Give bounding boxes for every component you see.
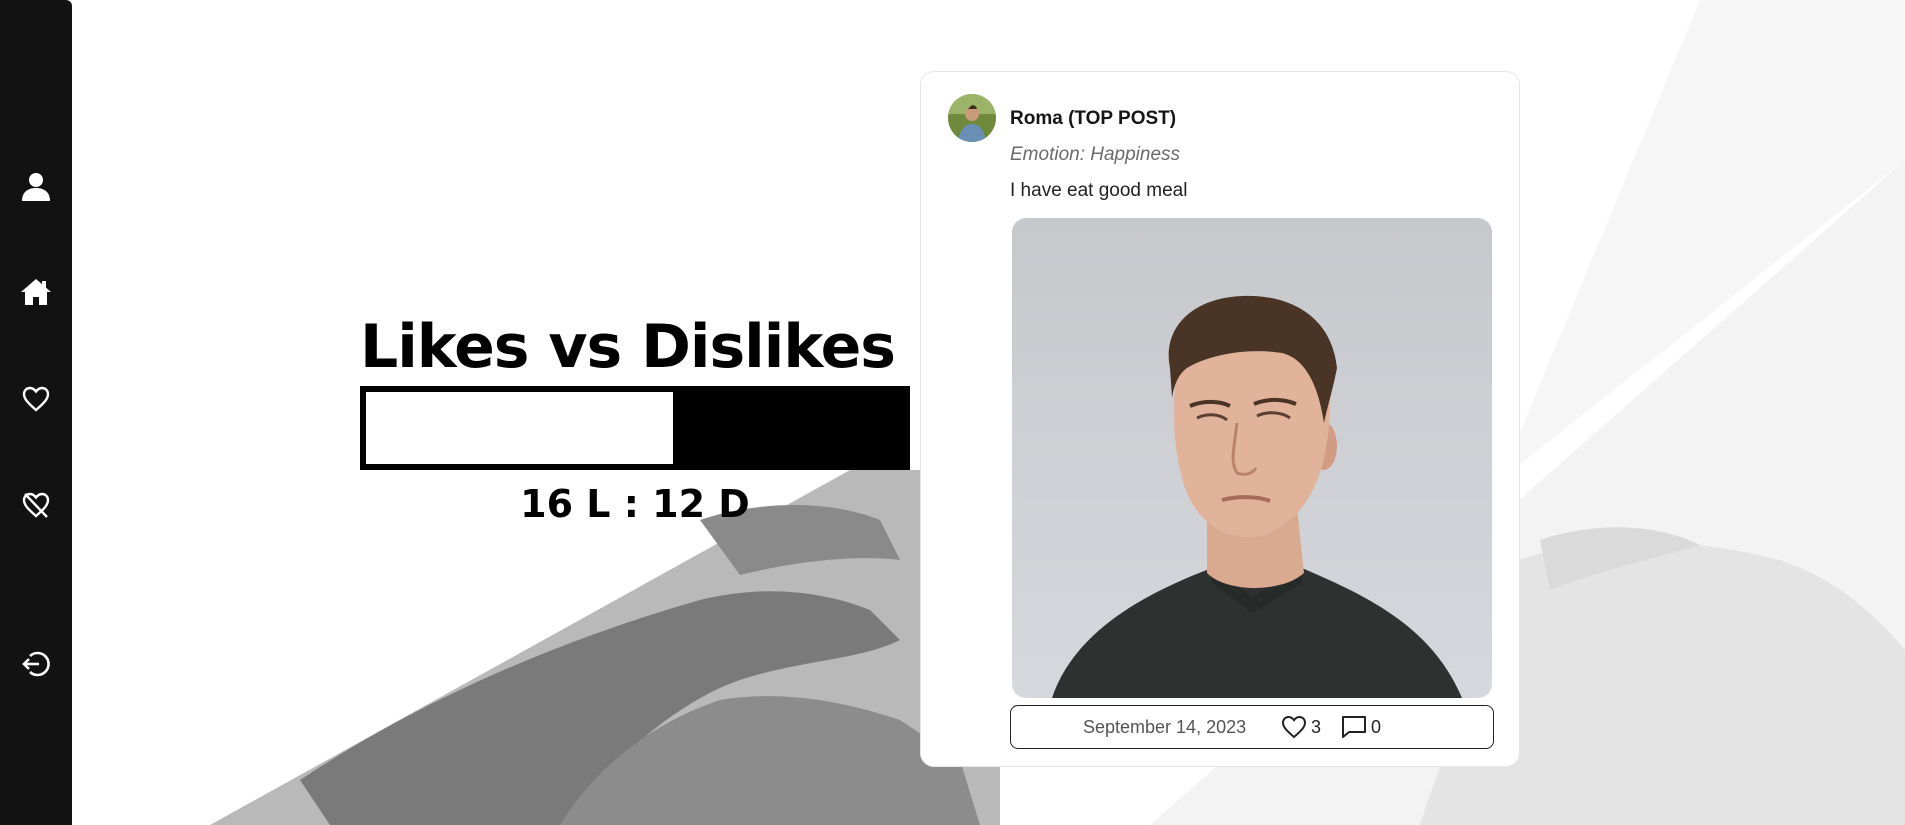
- post-image: [1012, 218, 1492, 698]
- likes-dislikes-bar: [360, 386, 910, 470]
- comment-count: 0: [1371, 716, 1382, 737]
- home-icon: [21, 279, 51, 305]
- post-emotion: Emotion: Happiness: [1010, 144, 1181, 165]
- like-button[interactable]: 3: [1281, 715, 1321, 739]
- post-date: September 14, 2023: [1083, 716, 1247, 737]
- likes-bar-fill: [366, 392, 673, 464]
- nav-profile-button[interactable]: [0, 158, 72, 214]
- nav-disliked-button[interactable]: [0, 477, 72, 533]
- like-count: 3: [1311, 716, 1322, 737]
- nav-home-button[interactable]: [0, 264, 72, 320]
- likes-dislikes-panel: Likes vs Dislikes 16 L : 12 D: [360, 312, 910, 526]
- post-content: I have eat good meal: [1010, 180, 1188, 201]
- heart-icon: [22, 386, 50, 412]
- stats-title: Likes vs Dislikes: [360, 312, 896, 382]
- post-footer: September 14, 2023 3 0: [1010, 705, 1494, 749]
- post-card: Roma (TOP POST) Emotion: Happiness I hav…: [920, 71, 1520, 767]
- heart-off-icon: [22, 492, 50, 518]
- sidebar: [0, 0, 72, 825]
- user-icon: [22, 173, 50, 201]
- heart-icon: [1281, 715, 1307, 739]
- nav-logout-button[interactable]: [0, 636, 72, 692]
- avatar[interactable]: [948, 94, 996, 142]
- logout-icon: [22, 651, 50, 677]
- likes-dislikes-ratio: 16 L : 12 D: [520, 482, 750, 526]
- comment-icon: [1342, 716, 1367, 738]
- post-author[interactable]: Roma (TOP POST): [1010, 108, 1176, 130]
- nav-liked-button[interactable]: [0, 371, 72, 427]
- comment-button[interactable]: 0: [1341, 715, 1381, 739]
